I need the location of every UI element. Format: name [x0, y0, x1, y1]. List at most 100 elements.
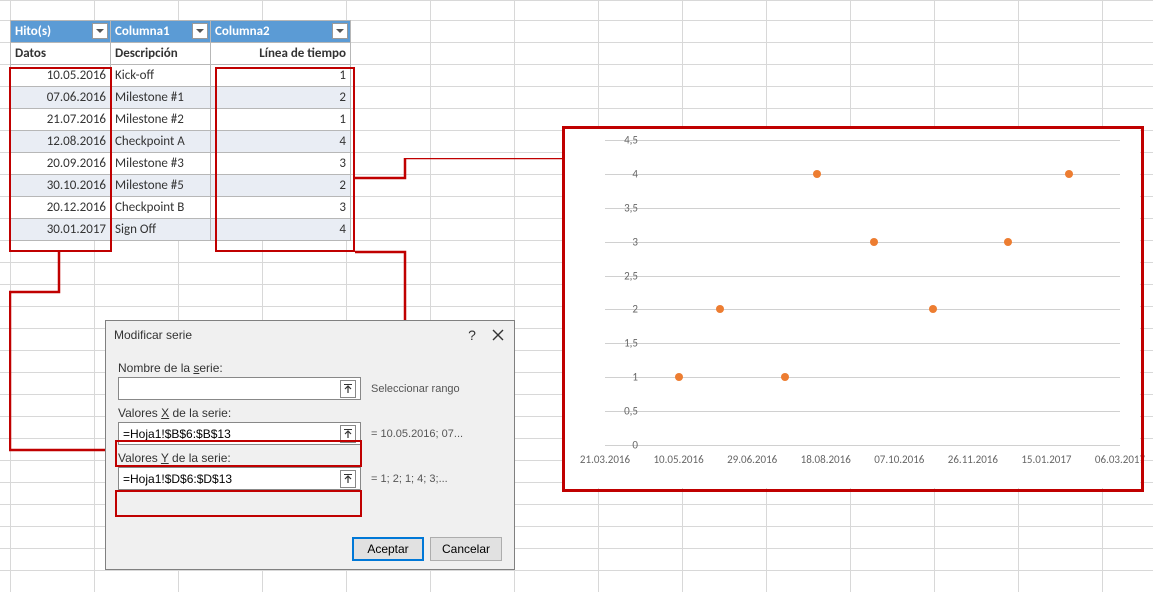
- y-tick-label: 4,5: [610, 134, 638, 147]
- cell-y[interactable]: 4: [211, 131, 351, 153]
- x-tick-label: 26.11.2016: [948, 453, 998, 466]
- filter-dropdown-icon[interactable]: [192, 23, 208, 39]
- cell-date[interactable]: 20.12.2016: [11, 197, 111, 219]
- cell-y[interactable]: 1: [211, 65, 351, 87]
- collapse-range-icon[interactable]: [340, 470, 356, 488]
- cell-date[interactable]: 07.06.2016: [11, 87, 111, 109]
- y-values-label: Valores Y de la serie:: [118, 451, 502, 465]
- y-tick-label: 4: [610, 167, 638, 180]
- chart-gridline: [605, 140, 1120, 141]
- chart-point[interactable]: [1004, 238, 1012, 246]
- chart-gridline: [605, 411, 1120, 412]
- cell-desc[interactable]: Milestone #2: [111, 109, 211, 131]
- series-name-preview: Seleccionar rango: [371, 383, 460, 395]
- table-row: 30.10.2016 Milestone #5 2: [11, 175, 351, 197]
- chart-point[interactable]: [781, 373, 789, 381]
- chart-gridline: [605, 309, 1120, 310]
- subheader-datos[interactable]: Datos: [11, 43, 111, 65]
- chart-gridline: [605, 343, 1120, 344]
- header-columna1[interactable]: Columna1: [111, 21, 211, 43]
- y-tick-label: 2: [610, 303, 638, 316]
- header-hitos[interactable]: Hito(s): [11, 21, 111, 43]
- series-name-label: Nombre de la serie:: [118, 361, 502, 375]
- chart-point[interactable]: [813, 170, 821, 178]
- cell-date[interactable]: 10.05.2016: [11, 65, 111, 87]
- table-row: 10.05.2016 Kick-off 1: [11, 65, 351, 87]
- x-tick-label: 06.03.2017: [1095, 453, 1145, 466]
- table-row: 07.06.2016 Milestone #1 2: [11, 87, 351, 109]
- cell-date[interactable]: 30.10.2016: [11, 175, 111, 197]
- cell-date[interactable]: 12.08.2016: [11, 131, 111, 153]
- scatter-chart[interactable]: 00,511,522,533,544,5 21.03.201610.05.201…: [565, 128, 1140, 488]
- help-icon[interactable]: ?: [464, 327, 480, 343]
- x-tick-label: 15.01.2017: [1021, 453, 1071, 466]
- x-tick-label: 10.05.2016: [653, 453, 703, 466]
- cancel-button[interactable]: Cancelar: [430, 537, 502, 561]
- close-icon[interactable]: [490, 327, 506, 343]
- header-columna1-label: Columna1: [115, 24, 170, 39]
- header-columna2[interactable]: Columna2: [211, 21, 351, 43]
- x-values-input-group: [118, 422, 361, 445]
- x-tick-label: 18.08.2016: [801, 453, 851, 466]
- y-values-input[interactable]: [123, 472, 323, 486]
- y-values-input-group: [118, 467, 361, 490]
- table-row: 30.01.2017 Sign Off 4: [11, 219, 351, 241]
- dialog-titlebar[interactable]: Modificar serie ?: [106, 321, 514, 349]
- table-row: 20.12.2016 Checkpoint B 3: [11, 197, 351, 219]
- cell-date[interactable]: 21.07.2016: [11, 109, 111, 131]
- cell-y[interactable]: 3: [211, 153, 351, 175]
- cell-desc[interactable]: Milestone #3: [111, 153, 211, 175]
- dialog-title: Modificar serie: [114, 328, 192, 342]
- y-tick-label: 1: [610, 371, 638, 384]
- y-tick-label: 3,5: [610, 201, 638, 214]
- cell-date[interactable]: 30.01.2017: [11, 219, 111, 241]
- chart-gridline: [605, 174, 1120, 175]
- y-tick-label: 1,5: [610, 337, 638, 350]
- cell-y[interactable]: 1: [211, 109, 351, 131]
- chart-gridline: [605, 208, 1120, 209]
- data-table: Hito(s) Columna1 Columna2 Datos Descripc…: [10, 20, 351, 241]
- cell-desc[interactable]: Sign Off: [111, 219, 211, 241]
- table-row: 20.09.2016 Milestone #3 3: [11, 153, 351, 175]
- x-tick-label: 29.06.2016: [727, 453, 777, 466]
- chart-point[interactable]: [675, 373, 683, 381]
- chart-point[interactable]: [929, 305, 937, 313]
- header-hitos-label: Hito(s): [15, 24, 51, 39]
- y-values-preview: = 1; 2; 1; 4; 3;...: [371, 473, 448, 485]
- cell-desc[interactable]: Milestone #5: [111, 175, 211, 197]
- x-values-input[interactable]: [123, 427, 323, 441]
- x-tick-label: 21.03.2016: [580, 453, 630, 466]
- filter-dropdown-icon[interactable]: [332, 23, 348, 39]
- cell-y[interactable]: 2: [211, 175, 351, 197]
- chart-point[interactable]: [1065, 170, 1073, 178]
- subheader-desc[interactable]: Descripción: [111, 43, 211, 65]
- cell-desc[interactable]: Milestone #1: [111, 87, 211, 109]
- cell-desc[interactable]: Checkpoint B: [111, 197, 211, 219]
- table-row: 12.08.2016 Checkpoint A 4: [11, 131, 351, 153]
- cell-y[interactable]: 4: [211, 219, 351, 241]
- header-columna2-label: Columna2: [215, 24, 270, 39]
- edit-series-dialog: Modificar serie ? Nombre de la serie: Se…: [105, 320, 515, 570]
- chart-point[interactable]: [870, 238, 878, 246]
- chart-gridline: [605, 276, 1120, 277]
- accept-button[interactable]: Aceptar: [352, 537, 424, 561]
- series-name-input-group: [118, 377, 361, 400]
- table-row: 21.07.2016 Milestone #2 1: [11, 109, 351, 131]
- y-tick-label: 2,5: [610, 269, 638, 282]
- cell-y[interactable]: 3: [211, 197, 351, 219]
- filter-dropdown-icon[interactable]: [92, 23, 108, 39]
- subheader-linea[interactable]: Línea de tiempo: [211, 43, 351, 65]
- y-tick-label: 0,5: [610, 405, 638, 418]
- cell-desc[interactable]: Checkpoint A: [111, 131, 211, 153]
- y-tick-label: 3: [610, 235, 638, 248]
- collapse-range-icon[interactable]: [340, 425, 356, 443]
- series-name-input[interactable]: [123, 382, 323, 396]
- cell-desc[interactable]: Kick-off: [111, 65, 211, 87]
- x-tick-label: 07.10.2016: [874, 453, 924, 466]
- x-values-preview: = 10.05.2016; 07...: [371, 428, 463, 440]
- cell-y[interactable]: 2: [211, 87, 351, 109]
- chart-gridline: [605, 445, 1120, 446]
- collapse-range-icon[interactable]: [340, 380, 356, 398]
- cell-date[interactable]: 20.09.2016: [11, 153, 111, 175]
- chart-point[interactable]: [716, 305, 724, 313]
